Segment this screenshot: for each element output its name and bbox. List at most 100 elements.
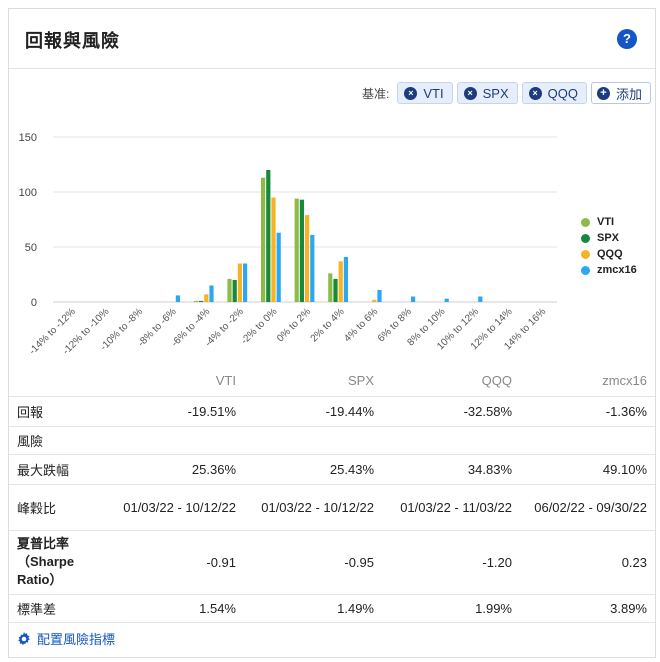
bar-zmcx16 [243, 263, 248, 302]
column-header: VTI [109, 366, 244, 397]
benchmark-chip-qqq[interactable]: × QQQ [521, 82, 587, 104]
column-header: zmcx16 [520, 366, 655, 397]
bar-zmcx16 [209, 285, 214, 302]
bar-qqq [338, 261, 343, 302]
row-label: 風險 [9, 426, 109, 455]
cell: 1.49% [244, 594, 382, 623]
remove-icon[interactable]: × [404, 86, 418, 100]
chip-label: VTI [423, 85, 444, 101]
cell: 01/03/22 - 10/12/22 [109, 484, 244, 531]
bar-spx [266, 170, 271, 302]
row-label: 最大跌幅 [9, 454, 109, 485]
bar-zmcx16 [310, 234, 315, 302]
cell: -19.44% [244, 396, 382, 427]
cell: -0.91 [109, 530, 244, 595]
cell: 3.89% [520, 594, 655, 623]
y-tick-label: 50 [25, 242, 37, 254]
add-label: 添加 [615, 86, 642, 102]
table-header-row: VTI SPX QQQ zmcx16 [9, 366, 655, 397]
legend-item-vti[interactable]: VTI [581, 214, 637, 230]
cell: 06/02/22 - 09/30/22 [520, 484, 655, 531]
cell [109, 426, 244, 455]
cell: 1.54% [109, 594, 244, 623]
cell: 25.43% [244, 454, 382, 485]
cell [244, 426, 382, 455]
x-tick-label: -2% to 0% [239, 306, 279, 346]
cell: 0.23 [520, 530, 655, 595]
legend-item-spx[interactable]: SPX [581, 230, 637, 246]
cell: 1.99% [382, 594, 520, 623]
x-tick-label: 2% to 4% [309, 306, 347, 344]
bar-zmcx16 [377, 289, 382, 302]
legend-dot-vti [581, 217, 590, 227]
bar-vti [261, 177, 266, 302]
benchmark-chip-vti[interactable]: × VTI [397, 82, 453, 104]
row-label: 峰穀比 [9, 484, 109, 531]
benchmark-chip-spx[interactable]: × SPX [456, 82, 518, 104]
gear-icon [18, 631, 30, 645]
bar-spx [299, 199, 304, 302]
table-row: 最大跌幅 25.36% 25.43% 34.83% 49.10% [9, 454, 655, 485]
chip-label: SPX [482, 85, 509, 101]
cell: -19.51% [109, 396, 244, 427]
row-label: 回報 [9, 396, 109, 427]
bar-zmcx16 [444, 298, 449, 302]
bar-vti [227, 278, 232, 302]
legend-label: QQQ [597, 248, 623, 260]
bar-zmcx16 [276, 232, 281, 302]
y-tick-label: 0 [31, 297, 37, 309]
return-risk-card: 回報與風險 ? 基准: × VTI × SPX × QQQ + 添加 0 50 10… [8, 8, 656, 658]
table-row: 風險 [9, 426, 655, 455]
cell: 25.36% [109, 454, 244, 485]
legend-dot-zmcx16 [581, 265, 590, 275]
bar-vti [328, 273, 333, 302]
table-row: 峰穀比 01/03/22 - 10/12/22 01/03/22 - 10/12… [9, 484, 655, 531]
bar-qqq [237, 263, 242, 302]
cell: 34.83% [382, 454, 520, 485]
cell: 01/03/22 - 10/12/22 [244, 484, 382, 531]
x-tick-label: 4% to 6% [342, 306, 380, 344]
row-label: 標準差 [9, 594, 109, 623]
bar-spx [199, 300, 204, 302]
distribution-chart: 050100150-14% to -12%-12% to -10%-10% to… [19, 132, 557, 357]
table-row: 回報 -19.51% -19.44% -32.58% -1.36% [9, 396, 655, 427]
legend-label: zmcx16 [597, 264, 637, 276]
help-icon[interactable]: ? [617, 29, 637, 49]
benchmark-label: 基准: [362, 86, 390, 101]
bar-zmcx16 [343, 256, 348, 302]
legend-item-zmcx16[interactable]: zmcx16 [581, 262, 637, 278]
legend-dot-spx [581, 233, 590, 243]
y-tick-label: 150 [19, 132, 37, 144]
remove-icon[interactable]: × [528, 86, 542, 100]
add-benchmark-button[interactable]: + 添加 [590, 82, 651, 104]
y-tick-label: 100 [19, 187, 37, 199]
table-row: 夏普比率（Sharpe Ratio） -0.91 -0.95 -1.20 0.2… [9, 530, 655, 595]
cell: 01/03/22 - 11/03/22 [382, 484, 520, 531]
metrics-table: VTI SPX QQQ zmcx16 回報 -19.51% -19.44% -3… [9, 366, 655, 623]
legend-label: SPX [597, 232, 620, 244]
column-header: QQQ [382, 366, 520, 397]
config-link-label: 配置風險指標 [37, 632, 116, 647]
chart-legend: VTI SPX QQQ zmcx16 [581, 214, 637, 278]
card-header: 回報與風險 ? [9, 9, 655, 69]
bar-spx [232, 280, 237, 302]
configure-risk-metrics-link[interactable]: 配置風險指標 [17, 629, 115, 648]
cell: 49.10% [520, 454, 655, 485]
bar-qqq [271, 197, 276, 302]
bar-qqq [204, 294, 209, 302]
bar-zmcx16 [411, 296, 416, 302]
cell [520, 426, 655, 455]
bar-qqq [305, 215, 310, 302]
legend-item-qqq[interactable]: QQQ [581, 246, 637, 262]
cell: -1.20 [382, 530, 520, 595]
bar-vti [193, 300, 198, 302]
row-label: 夏普比率（Sharpe Ratio） [9, 530, 109, 595]
cell: -1.36% [520, 396, 655, 427]
bar-vti [294, 198, 299, 302]
cell: -0.95 [244, 530, 382, 595]
plus-icon: + [596, 86, 610, 100]
remove-icon[interactable]: × [463, 86, 477, 100]
bar-zmcx16 [478, 296, 483, 302]
header-empty [9, 366, 109, 397]
column-header: SPX [244, 366, 382, 397]
